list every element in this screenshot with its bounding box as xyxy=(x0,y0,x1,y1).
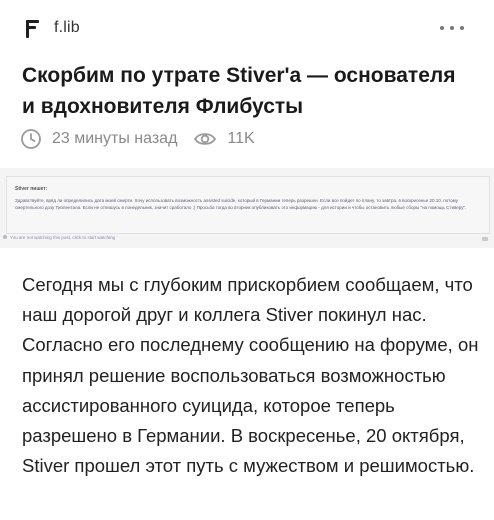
forum-watch-note: You are not watching this post, click to… xyxy=(10,235,116,240)
forum-post-screenshot: Stiver пишет: Здравствуйте, вряд ли опре… xyxy=(0,168,494,248)
forum-post-box: Stiver пишет: Здравствуйте, вряд ли опре… xyxy=(6,176,490,234)
eye-icon xyxy=(194,133,217,145)
scroll-indicator-icon xyxy=(482,237,488,241)
watch-icon xyxy=(3,235,7,239)
flib-logo-icon[interactable] xyxy=(26,20,40,38)
article-title: Скорбим по утрате Stiver'a — основателя … xyxy=(22,64,456,118)
article-meta: 23 минуты назад 11K xyxy=(20,126,255,152)
more-horizontal-icon[interactable] xyxy=(438,22,466,34)
top-bar: f.lib xyxy=(0,0,494,56)
views-count: 11K xyxy=(227,130,255,147)
forum-post-text: Здравствуйте, вряд ли определились дата … xyxy=(15,198,467,210)
clock-icon xyxy=(21,129,41,149)
site-name[interactable]: f.lib xyxy=(54,19,80,37)
time-ago: 23 минуты назад xyxy=(52,130,178,147)
forum-author: Stiver пишет: xyxy=(15,186,48,192)
article-body: Сегодня мы с глубоким прискорбием сообща… xyxy=(22,274,479,477)
